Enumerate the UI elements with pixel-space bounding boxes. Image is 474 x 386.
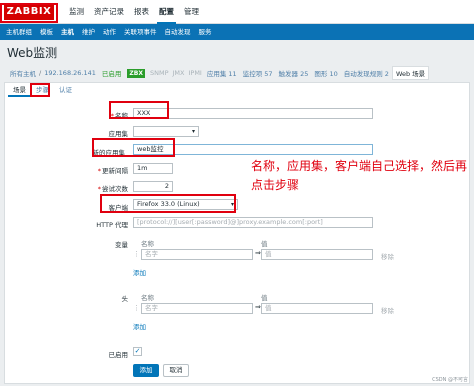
tab-authentication[interactable]: 认证 — [54, 85, 77, 97]
variable-name-input[interactable]: 名字 — [141, 249, 253, 260]
variables-value-header: 值 — [261, 240, 268, 248]
equals-sign: ⇒ — [255, 303, 261, 311]
top-menu-administration[interactable]: 管理 — [179, 0, 204, 24]
breadcrumb-host[interactable]: 192.168.26.141 — [41, 69, 99, 77]
status-enabled: 已启用 — [101, 70, 122, 78]
variable-add-link[interactable]: 添加 — [133, 267, 146, 277]
update-interval-input[interactable]: 1m — [133, 163, 173, 174]
header-value-input[interactable]: 值 — [261, 303, 373, 314]
sub-menu-services[interactable]: 服务 — [195, 24, 216, 40]
attempts-label: *尝试次数 — [97, 185, 128, 193]
variable-value-input[interactable]: 值 — [261, 249, 373, 260]
name-input[interactable]: XXX — [133, 108, 373, 119]
jmx-availability-badge: JMX — [172, 69, 185, 77]
sub-menu-event-correlation[interactable]: 关联项事件 — [120, 24, 161, 40]
form-tabs: 场景 步骤 认证 — [8, 85, 77, 97]
headers-label: 头 — [121, 295, 129, 303]
name-label: *名称 — [110, 112, 128, 120]
tab-steps[interactable]: 步骤 — [31, 85, 54, 97]
breadcrumb-graphs[interactable]: 图形 10 — [311, 68, 340, 78]
top-menu-configuration[interactable]: 配置 — [154, 0, 179, 24]
top-menu-reports[interactable]: 报表 — [129, 0, 154, 24]
watermark: CSDN @不可言 — [432, 377, 468, 383]
variables-name-header: 名称 — [141, 240, 154, 248]
equals-sign: ⇒ — [255, 249, 261, 257]
sub-menu-templates[interactable]: 模板 — [36, 24, 57, 40]
cancel-button[interactable]: 取消 — [163, 364, 189, 377]
header-add-link[interactable]: 添加 — [133, 321, 146, 331]
breadcrumb-all-hosts[interactable]: 所有主机 — [7, 68, 39, 78]
headers-value-header: 值 — [261, 294, 268, 302]
attempts-input[interactable]: 2 — [133, 181, 173, 192]
agent-label: 客户端 — [108, 204, 129, 212]
new-application-input[interactable]: web监控 — [133, 144, 373, 155]
http-proxy-label: HTTP 代理 — [96, 221, 128, 229]
top-menu-monitoring[interactable]: 监测 — [64, 0, 89, 24]
header-remove-link[interactable]: 移除 — [381, 305, 394, 315]
top-menu-inventory[interactable]: 资产记录 — [89, 0, 129, 24]
breadcrumb-discovery-rules[interactable]: 自动发现规则 2 — [341, 68, 392, 78]
application-label: 应用集 — [108, 130, 129, 138]
sub-menu-discovery[interactable]: 自动发现 — [161, 24, 195, 40]
top-menu: 监测 资产记录 报表 配置 管理 — [64, 0, 204, 24]
breadcrumb-items[interactable]: 监控项 57 — [240, 68, 276, 78]
top-bar: ZABBIX 监测 资产记录 报表 配置 管理 — [0, 0, 474, 24]
zabbix-logo[interactable]: ZABBIX — [4, 3, 54, 20]
sub-menu-maintenance[interactable]: 维护 — [78, 24, 99, 40]
http-proxy-input[interactable]: [protocol://][user[:password]@]proxy.exa… — [133, 217, 373, 228]
chevron-down-icon: ▾ — [191, 128, 195, 135]
snmp-availability-badge: SNMP — [149, 69, 169, 77]
ipmi-availability-badge: IPMI — [188, 69, 202, 77]
headers-name-header: 名称 — [141, 294, 154, 302]
sub-menu: 主机群组 模板 主机 维护 动作 关联项事件 自动发现 服务 — [0, 24, 474, 40]
chevron-down-icon: ▾ — [230, 201, 234, 208]
application-select[interactable]: ▾ — [133, 126, 199, 137]
breadcrumb-applications[interactable]: 应用集 11 — [204, 68, 240, 78]
tab-scenario[interactable]: 场景 — [8, 85, 31, 97]
enabled-checkbox[interactable]: ✓ — [133, 347, 142, 356]
page-title: Web监测 — [7, 46, 58, 60]
breadcrumb-triggers[interactable]: 触发器 25 — [276, 68, 312, 78]
sub-menu-actions[interactable]: 动作 — [99, 24, 120, 40]
variable-remove-link[interactable]: 移除 — [381, 251, 394, 261]
add-button[interactable]: 添加 — [133, 364, 159, 377]
new-application-label: 新的应用集 — [92, 149, 126, 157]
agent-select[interactable]: Firefox 33.0 (Linux) ▾ — [133, 199, 238, 210]
sub-menu-host-groups[interactable]: 主机群组 — [2, 24, 36, 40]
annotation-text: 名称，应用集，客户端自己选择，然后再点击步骤 — [251, 159, 468, 192]
breadcrumb-web-scenarios[interactable]: Web 场景 — [391, 66, 430, 80]
enabled-label: 已启用 — [108, 351, 129, 359]
agent-select-value: Firefox 33.0 (Linux) — [137, 200, 200, 208]
update-interval-label: *更新间隔 — [97, 167, 128, 175]
breadcrumb: 所有主机 / 192.168.26.141 已启用 ZBX SNMP JMX I… — [0, 65, 474, 81]
zbx-availability-badge: ZBX — [127, 68, 145, 78]
header-name-input[interactable]: 名字 — [141, 303, 253, 314]
variables-label: 变量 — [115, 241, 128, 249]
sub-menu-hosts[interactable]: 主机 — [57, 24, 78, 40]
